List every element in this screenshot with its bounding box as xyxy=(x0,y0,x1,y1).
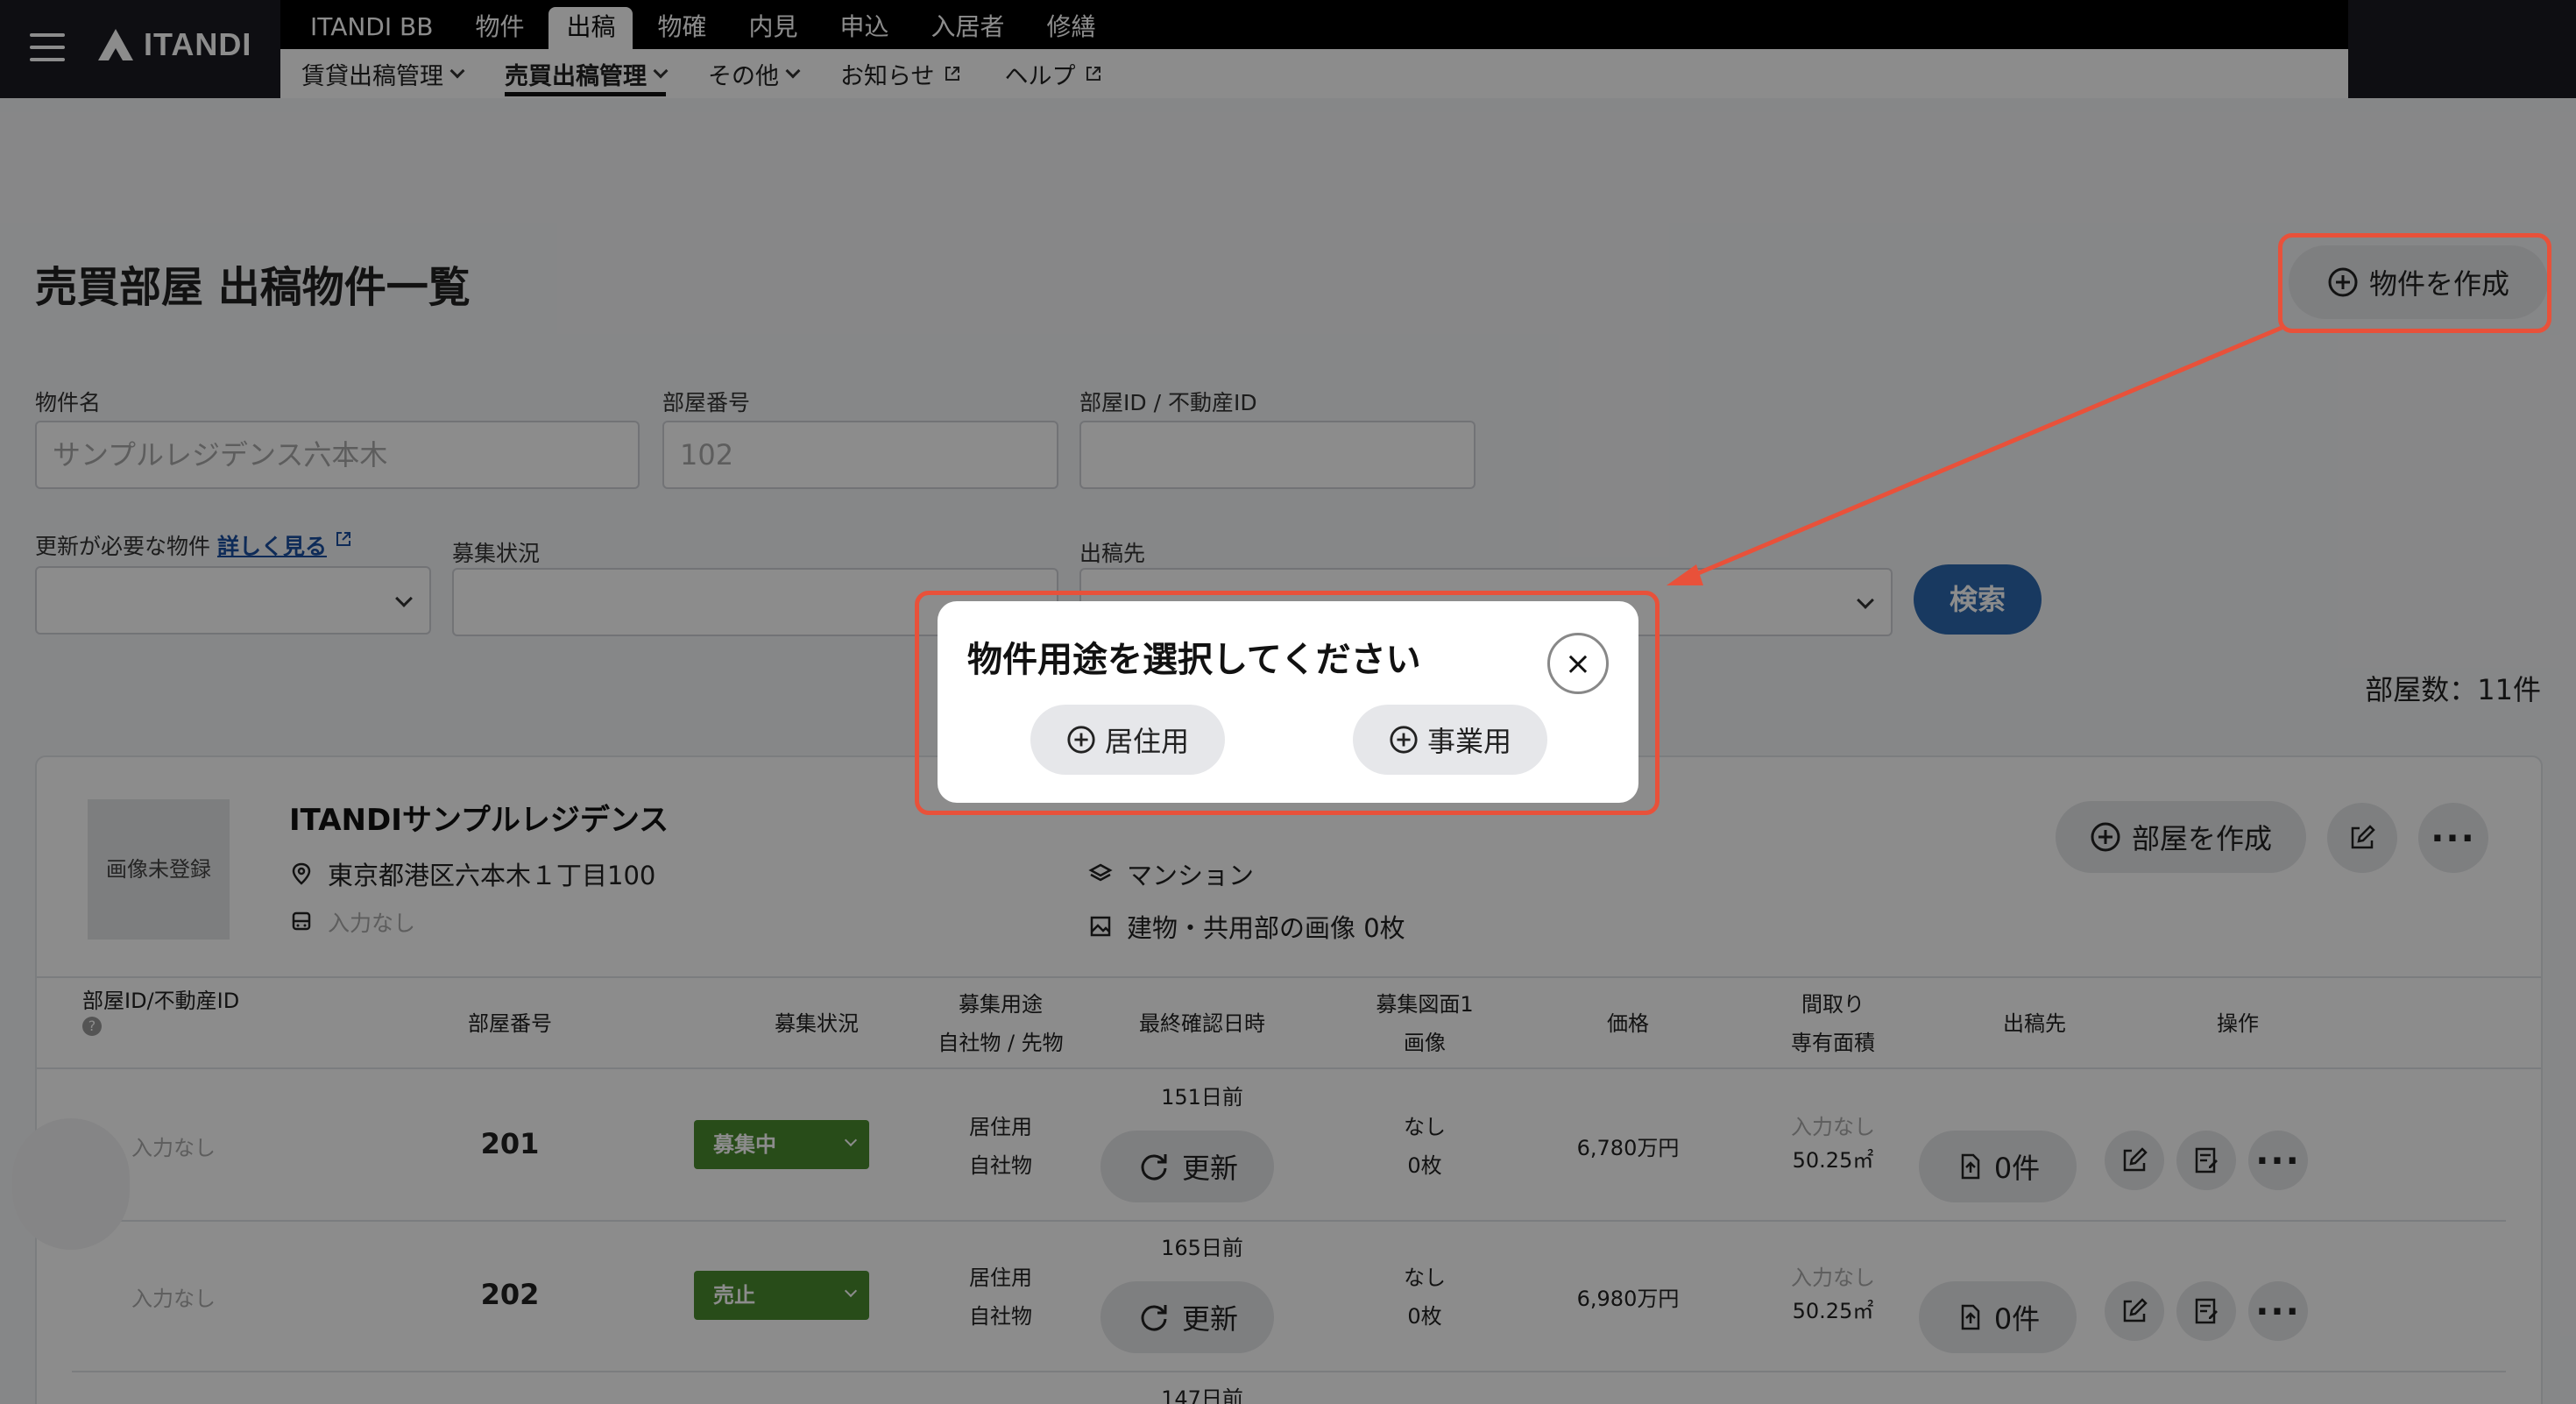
annotation-highlight-create-button xyxy=(2278,233,2551,333)
annotation-highlight-modal xyxy=(915,591,1660,815)
